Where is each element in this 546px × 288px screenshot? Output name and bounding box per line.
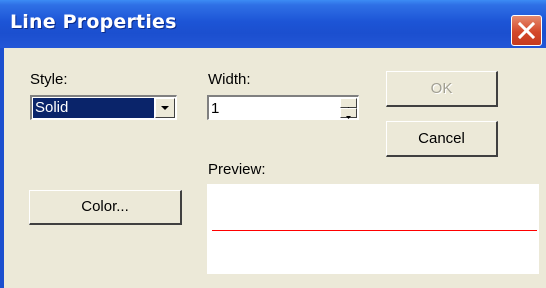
style-dropdown-button[interactable]: [155, 98, 175, 118]
style-selected-value: Solid: [33, 98, 154, 118]
width-label: Width:: [208, 71, 251, 88]
width-decrement-button[interactable]: [340, 108, 357, 119]
style-dropdown[interactable]: Solid: [30, 95, 177, 120]
line-preview: [207, 184, 539, 274]
arrow-down-icon: [346, 116, 351, 119]
width-stepper[interactable]: 1: [207, 95, 359, 120]
window-border: [0, 48, 4, 288]
chevron-down-icon: [161, 106, 169, 110]
title-bar[interactable]: Line Properties: [0, 0, 546, 48]
width-input[interactable]: 1: [211, 99, 219, 118]
ok-button[interactable]: OK: [386, 71, 498, 107]
cancel-button[interactable]: Cancel: [386, 121, 498, 157]
width-increment-button[interactable]: [340, 98, 357, 110]
close-icon: [517, 21, 536, 40]
line-properties-dialog: Line Properties Style: Solid Width: 1 OK…: [0, 0, 546, 288]
preview-label: Preview:: [208, 161, 266, 178]
window-title: Line Properties: [10, 11, 177, 33]
style-label: Style:: [30, 71, 68, 88]
preview-line: [212, 230, 537, 231]
color-button[interactable]: Color...: [29, 190, 182, 225]
close-button[interactable]: [511, 15, 542, 46]
